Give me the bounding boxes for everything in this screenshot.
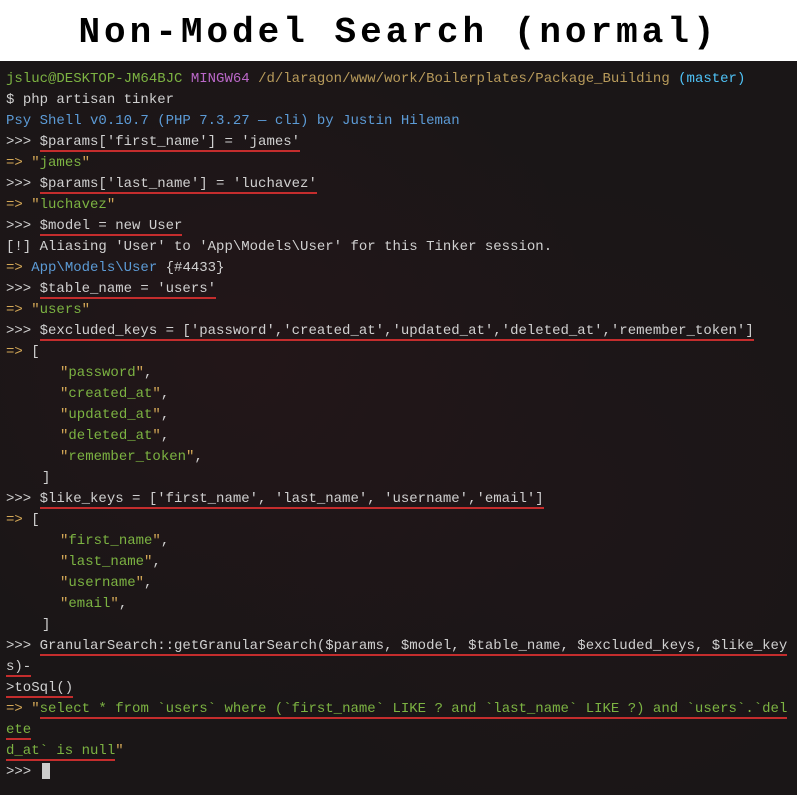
array-item: "created_at", — [6, 384, 791, 405]
repl-output-cont: d_at` is null" — [6, 741, 791, 762]
quote: " — [82, 155, 90, 171]
arrow-icon: => — [6, 302, 31, 318]
arrow-icon: => — [6, 155, 31, 171]
repl-prompt: >>> — [6, 764, 40, 780]
repl-output: => App\Models\User {#4433} — [6, 258, 791, 279]
class-name: App\Models\User — [31, 260, 157, 276]
quote: " — [107, 197, 115, 213]
output-value: users — [40, 302, 82, 318]
array-item: "last_name", — [6, 552, 791, 573]
arrow-icon: => — [6, 260, 31, 276]
object-id: {#4433} — [157, 260, 224, 276]
array-item: "email", — [6, 594, 791, 615]
repl-output: => [ — [6, 510, 791, 531]
git-branch: (master) — [678, 71, 745, 87]
input-statement: $like_keys = ['first_name', 'last_name',… — [40, 491, 544, 509]
array-item: "username", — [6, 573, 791, 594]
array-item: "deleted_at", — [6, 426, 791, 447]
shell-prompt-line: jsluc@DESKTOP-JM64BJC MINGW64 /d/laragon… — [6, 69, 791, 90]
repl-line: >>> GranularSearch::getGranularSearch($p… — [6, 636, 791, 678]
input-statement: GranularSearch::getGranularSearch($param… — [6, 638, 787, 677]
arrow-icon: => — [6, 512, 31, 528]
repl-prompt: >>> — [6, 134, 40, 150]
array-item: "password", — [6, 363, 791, 384]
arrow-icon: => — [6, 344, 31, 360]
repl-prompt: >>> — [6, 281, 40, 297]
quote: " — [31, 155, 39, 171]
sql-output: select * from `users` where (`first_name… — [6, 701, 787, 740]
page-title: Non-Model Search (normal) — [0, 0, 797, 61]
alias-text: Aliasing 'User' to 'App\Models\User' for… — [40, 239, 552, 255]
arrow-icon: => — [6, 197, 31, 213]
bracket-close: ] — [6, 468, 791, 489]
input-statement: $params['first_name'] = 'james' — [40, 134, 300, 152]
repl-output: => "james" — [6, 153, 791, 174]
input-statement: $table_name = 'users' — [40, 281, 216, 299]
cmd-prefix: $ — [6, 92, 23, 108]
arrow-icon: => — [6, 701, 31, 717]
sql-output: d_at` is null — [6, 743, 115, 761]
repl-prompt: >>> — [6, 323, 40, 339]
shell-system: MINGW64 — [191, 71, 250, 87]
array-item: "updated_at", — [6, 405, 791, 426]
terminal-window[interactable]: jsluc@DESKTOP-JM64BJC MINGW64 /d/laragon… — [0, 61, 797, 795]
output-value: james — [40, 155, 82, 171]
user-host: jsluc@DESKTOP-JM64BJC — [6, 71, 182, 87]
repl-line: >>> $like_keys = ['first_name', 'last_na… — [6, 489, 791, 510]
repl-line: >>> $params['last_name'] = 'luchavez' — [6, 174, 791, 195]
repl-output: => "select * from `users` where (`first_… — [6, 699, 791, 741]
working-directory: /d/laragon/www/work/Boilerplates/Package… — [258, 71, 670, 87]
input-statement: $params['last_name'] = 'luchavez' — [40, 176, 317, 194]
repl-prompt: >>> — [6, 218, 40, 234]
quote: " — [82, 302, 90, 318]
input-statement: $model = new User — [40, 218, 183, 236]
command-text: php artisan tinker — [23, 92, 174, 108]
input-statement: $excluded_keys = ['password','created_at… — [40, 323, 754, 341]
repl-line: >>> $model = new User — [6, 216, 791, 237]
quote: " — [31, 197, 39, 213]
repl-prompt: >>> — [6, 491, 40, 507]
bracket-open: [ — [31, 344, 39, 360]
repl-prompt-empty[interactable]: >>> — [6, 762, 791, 783]
array-item: "remember_token", — [6, 447, 791, 468]
bracket-close: ] — [6, 615, 791, 636]
array-item: "first_name", — [6, 531, 791, 552]
bracket-open: [ — [31, 512, 39, 528]
quote: " — [115, 743, 123, 759]
repl-line-cont: >toSql() — [6, 678, 791, 699]
repl-output: => [ — [6, 342, 791, 363]
repl-line: >>> $params['first_name'] = 'james' — [6, 132, 791, 153]
psy-shell-banner: Psy Shell v0.10.7 (PHP 7.3.27 — cli) by … — [6, 111, 791, 132]
quote: " — [31, 302, 39, 318]
input-statement: >toSql() — [6, 680, 73, 698]
repl-output: => "luchavez" — [6, 195, 791, 216]
repl-line: >>> $excluded_keys = ['password','create… — [6, 321, 791, 342]
cursor-icon — [42, 763, 50, 779]
repl-prompt: >>> — [6, 176, 40, 192]
output-value: luchavez — [40, 197, 107, 213]
alias-prefix: [!] — [6, 239, 40, 255]
command-line: $ php artisan tinker — [6, 90, 791, 111]
quote: " — [31, 701, 39, 717]
repl-prompt: >>> — [6, 638, 40, 654]
repl-line: >>> $table_name = 'users' — [6, 279, 791, 300]
alias-notice: [!] Aliasing 'User' to 'App\Models\User'… — [6, 237, 791, 258]
repl-output: => "users" — [6, 300, 791, 321]
